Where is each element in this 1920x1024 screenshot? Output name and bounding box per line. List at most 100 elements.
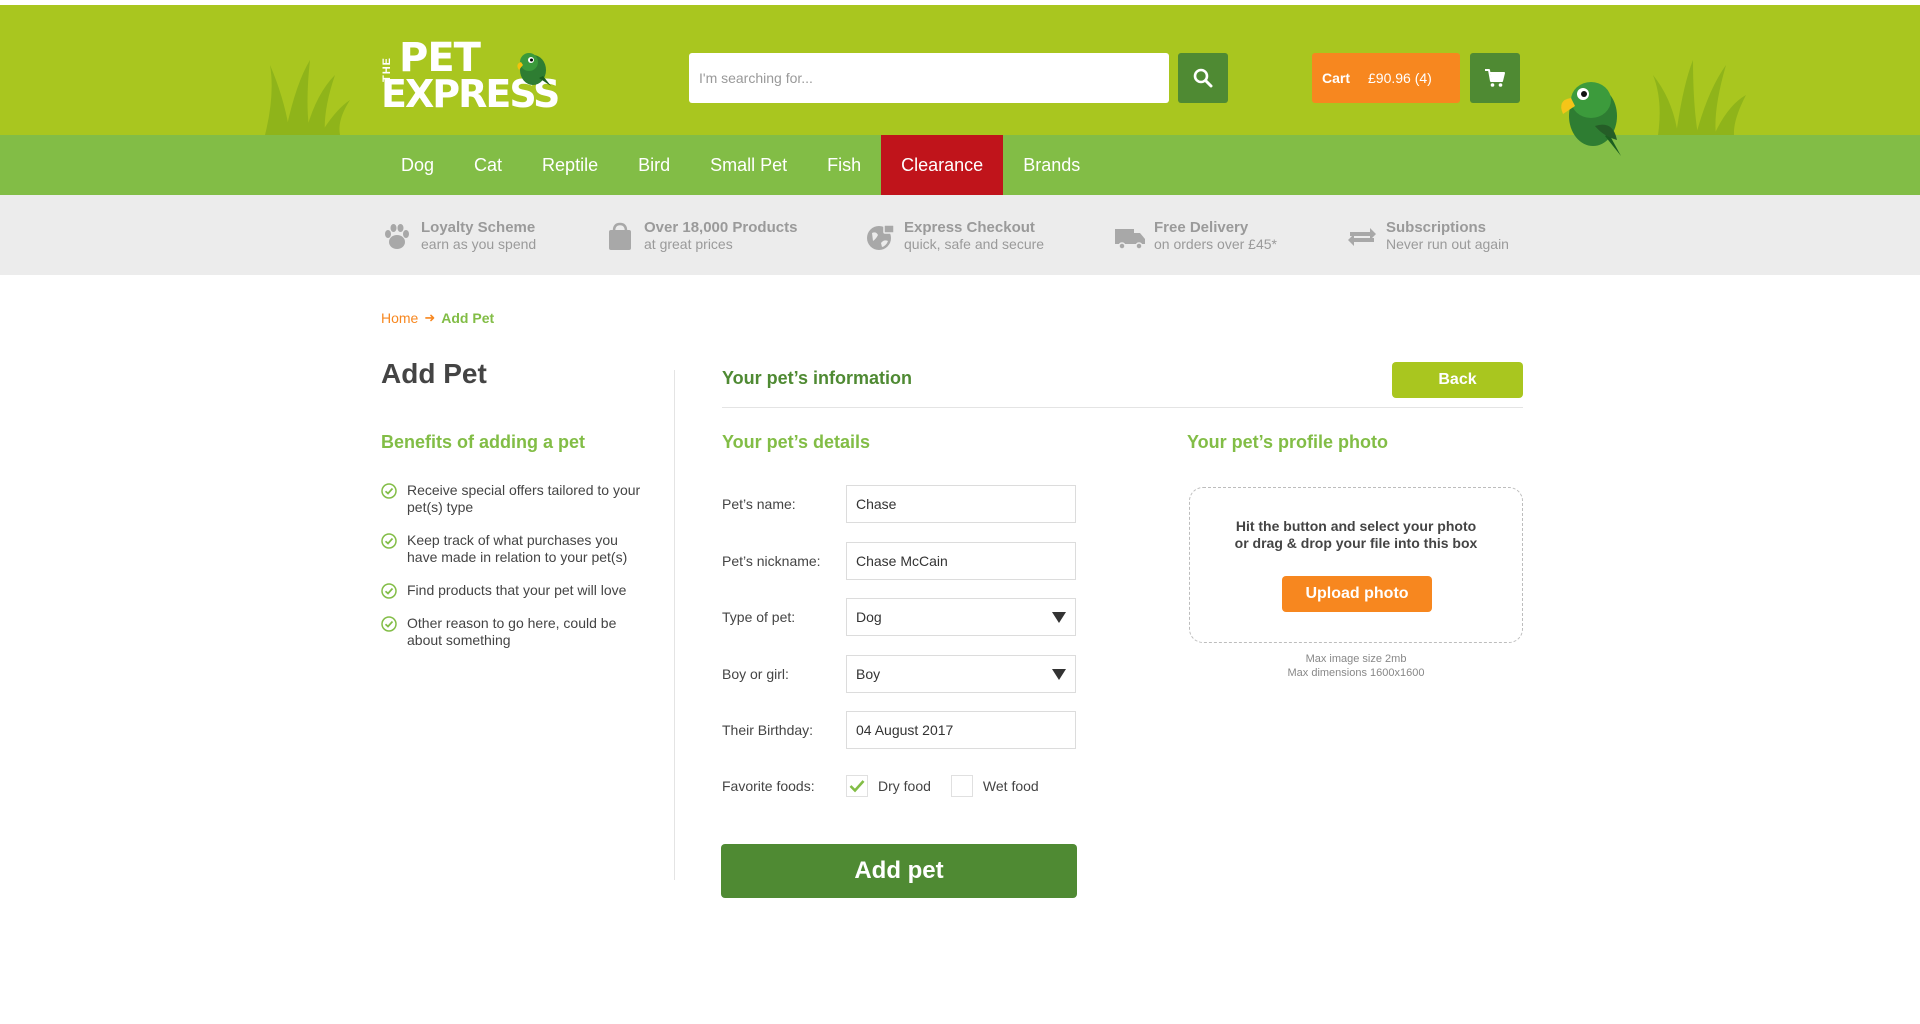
- usp-checkout[interactable]: Express Checkout quick, safe and secure: [864, 219, 1044, 253]
- usp-title: Over 18,000 Products: [644, 219, 798, 236]
- pet-name-field[interactable]: Chase: [846, 485, 1076, 523]
- dry-food-checkbox[interactable]: [846, 775, 868, 797]
- usp-title: Express Checkout: [904, 219, 1035, 236]
- pet-nickname-row: Pet’s nickname: Chase McCain: [722, 542, 1082, 580]
- benefit-text: Find products that your pet will love: [407, 582, 627, 598]
- breadcrumb: Home ➜ Add Pet: [381, 310, 494, 326]
- pet-gender-value: Boy: [856, 666, 881, 682]
- section-title: Your pet’s information: [722, 368, 913, 388]
- grass-left-icon: [265, 60, 350, 135]
- benefit-text: Receive special offers tailored to your …: [407, 482, 641, 515]
- benefits-title: Benefits of adding a pet: [381, 432, 586, 452]
- delivery-truck-icon: [1115, 229, 1145, 250]
- breadcrumb-home-link[interactable]: Home: [381, 310, 418, 326]
- nav-item-clearance[interactable]: Clearance: [881, 135, 1004, 195]
- paw-icon: [385, 224, 409, 249]
- wet-food-option[interactable]: Wet food: [950, 775, 1039, 797]
- search-input[interactable]: [689, 53, 1169, 103]
- upload-photo-button[interactable]: Upload photo: [1282, 576, 1432, 612]
- nav-item-fish[interactable]: Fish: [807, 135, 881, 195]
- usp-title: Free Delivery: [1154, 219, 1249, 236]
- list-item: Keep track of what purchases you have ma…: [381, 532, 651, 566]
- nav-item-small-pet[interactable]: Small Pet: [690, 135, 807, 195]
- main-nav: Dog Cat Reptile Bird Small Pet Fish Clea…: [0, 135, 1920, 195]
- pet-name-row: Pet’s name: Chase: [722, 485, 1082, 523]
- usp-bar: Loyalty Scheme earn as you spend Over 18…: [0, 195, 1920, 275]
- pet-birthday-field[interactable]: 04 August 2017: [846, 711, 1076, 749]
- wet-food-label: Wet food: [982, 778, 1039, 794]
- upload-limits-note: Max image size 2mb Max dimensions 1600x1…: [1189, 652, 1523, 680]
- pet-nickname-value: Chase McCain: [856, 553, 948, 569]
- grass-right-icon: [1653, 60, 1746, 135]
- details-title: Your pet’s details: [722, 432, 871, 452]
- dry-food-label: Dry food: [878, 778, 931, 794]
- search-icon: [1193, 68, 1213, 88]
- photo-dropzone[interactable]: Hit the button and select your photo or …: [1189, 487, 1523, 643]
- search-button[interactable]: [1178, 53, 1228, 103]
- page-title: Add Pet: [381, 358, 487, 389]
- usp-loyalty[interactable]: Loyalty Scheme earn as you spend: [381, 219, 536, 253]
- pet-name-label: Pet’s name:: [722, 496, 796, 512]
- pet-name-value: Chase: [856, 496, 897, 512]
- usp-delivery[interactable]: Free Delivery on orders over £45*: [1114, 219, 1277, 253]
- pet-birthday-row: Their Birthday: 04 August 2017: [722, 711, 1082, 749]
- upload-instructions-line1: Hit the button and select your photo: [1235, 518, 1477, 534]
- check-circle-icon: [381, 483, 397, 499]
- photo-title: Your pet’s profile photo: [1187, 432, 1388, 452]
- cart-button[interactable]: Cart £90.96 (4): [1312, 53, 1460, 103]
- pet-type-label: Type of pet:: [722, 609, 796, 625]
- favorite-foods-row: Favorite foods: Dry food Wet food: [722, 767, 1082, 805]
- usp-products[interactable]: Over 18,000 Products at great prices: [604, 219, 797, 253]
- logo-parrot-icon: [517, 53, 551, 86]
- wet-food-checkbox[interactable]: [950, 775, 973, 797]
- site-logo[interactable]: THE PET EXPRESS: [381, 38, 563, 114]
- check-circle-icon: [381, 583, 397, 599]
- pet-gender-select[interactable]: Boy: [846, 655, 1076, 693]
- usp-subtitle: on orders over £45*: [1154, 236, 1277, 252]
- pet-type-select[interactable]: Dog: [846, 598, 1076, 636]
- nav-item-dog[interactable]: Dog: [381, 135, 454, 195]
- cart-total: £90.96 (4): [1368, 70, 1432, 86]
- usp-subtitle: quick, safe and secure: [904, 236, 1045, 252]
- shopping-bag-icon: [609, 222, 631, 250]
- benefit-text: Other reason to go here, could be about …: [407, 615, 617, 648]
- list-item: Receive special offers tailored to your …: [381, 482, 651, 516]
- back-button[interactable]: Back: [1392, 362, 1523, 398]
- nav-item-brands[interactable]: Brands: [1003, 135, 1100, 195]
- arrow-right-icon: ➜: [424, 310, 436, 325]
- pet-type-value: Dog: [856, 609, 882, 625]
- list-item: Other reason to go here, could be about …: [381, 615, 651, 649]
- list-item: Find products that your pet will love: [381, 582, 651, 599]
- cart-icon-button[interactable]: [1470, 53, 1520, 103]
- upload-note-dimensions: Max dimensions 1600x1600: [1287, 667, 1425, 679]
- upload-note-size: Max image size 2mb: [1305, 653, 1407, 665]
- secure-globe-icon: [867, 224, 895, 250]
- add-pet-button[interactable]: Add pet: [721, 844, 1077, 898]
- pet-type-row: Type of pet: Dog: [722, 598, 1082, 636]
- dry-food-option[interactable]: Dry food: [846, 775, 931, 797]
- usp-subtitle: at great prices: [644, 236, 733, 252]
- usp-title: Loyalty Scheme: [421, 219, 536, 236]
- benefits-list: Receive special offers tailored to your …: [381, 482, 651, 665]
- benefit-text: Keep track of what purchases you have ma…: [407, 532, 628, 565]
- favorite-foods-label: Favorite foods:: [722, 778, 815, 794]
- caret-down-icon: [1052, 668, 1066, 680]
- repeat-icon: [1348, 228, 1376, 246]
- upload-instructions-line2: or drag & drop your file into this box: [1234, 535, 1478, 551]
- pet-birthday-value: 04 August 2017: [856, 722, 954, 738]
- check-circle-icon: [381, 533, 397, 549]
- usp-subscriptions[interactable]: Subscriptions Never run out again: [1346, 219, 1509, 253]
- usp-subtitle: Never run out again: [1386, 236, 1509, 252]
- check-circle-icon: [381, 616, 397, 632]
- pet-gender-label: Boy or girl:: [722, 666, 789, 682]
- usp-title: Subscriptions: [1386, 219, 1487, 236]
- nav-item-cat[interactable]: Cat: [454, 135, 522, 195]
- checkmark-icon: [849, 780, 865, 793]
- nav-item-reptile[interactable]: Reptile: [522, 135, 618, 195]
- caret-down-icon: [1052, 611, 1066, 623]
- nav-item-bird[interactable]: Bird: [618, 135, 690, 195]
- pet-nickname-field[interactable]: Chase McCain: [846, 542, 1076, 580]
- cart-label: Cart: [1322, 70, 1351, 86]
- column-divider: [674, 370, 675, 880]
- breadcrumb-current: Add Pet: [441, 310, 495, 326]
